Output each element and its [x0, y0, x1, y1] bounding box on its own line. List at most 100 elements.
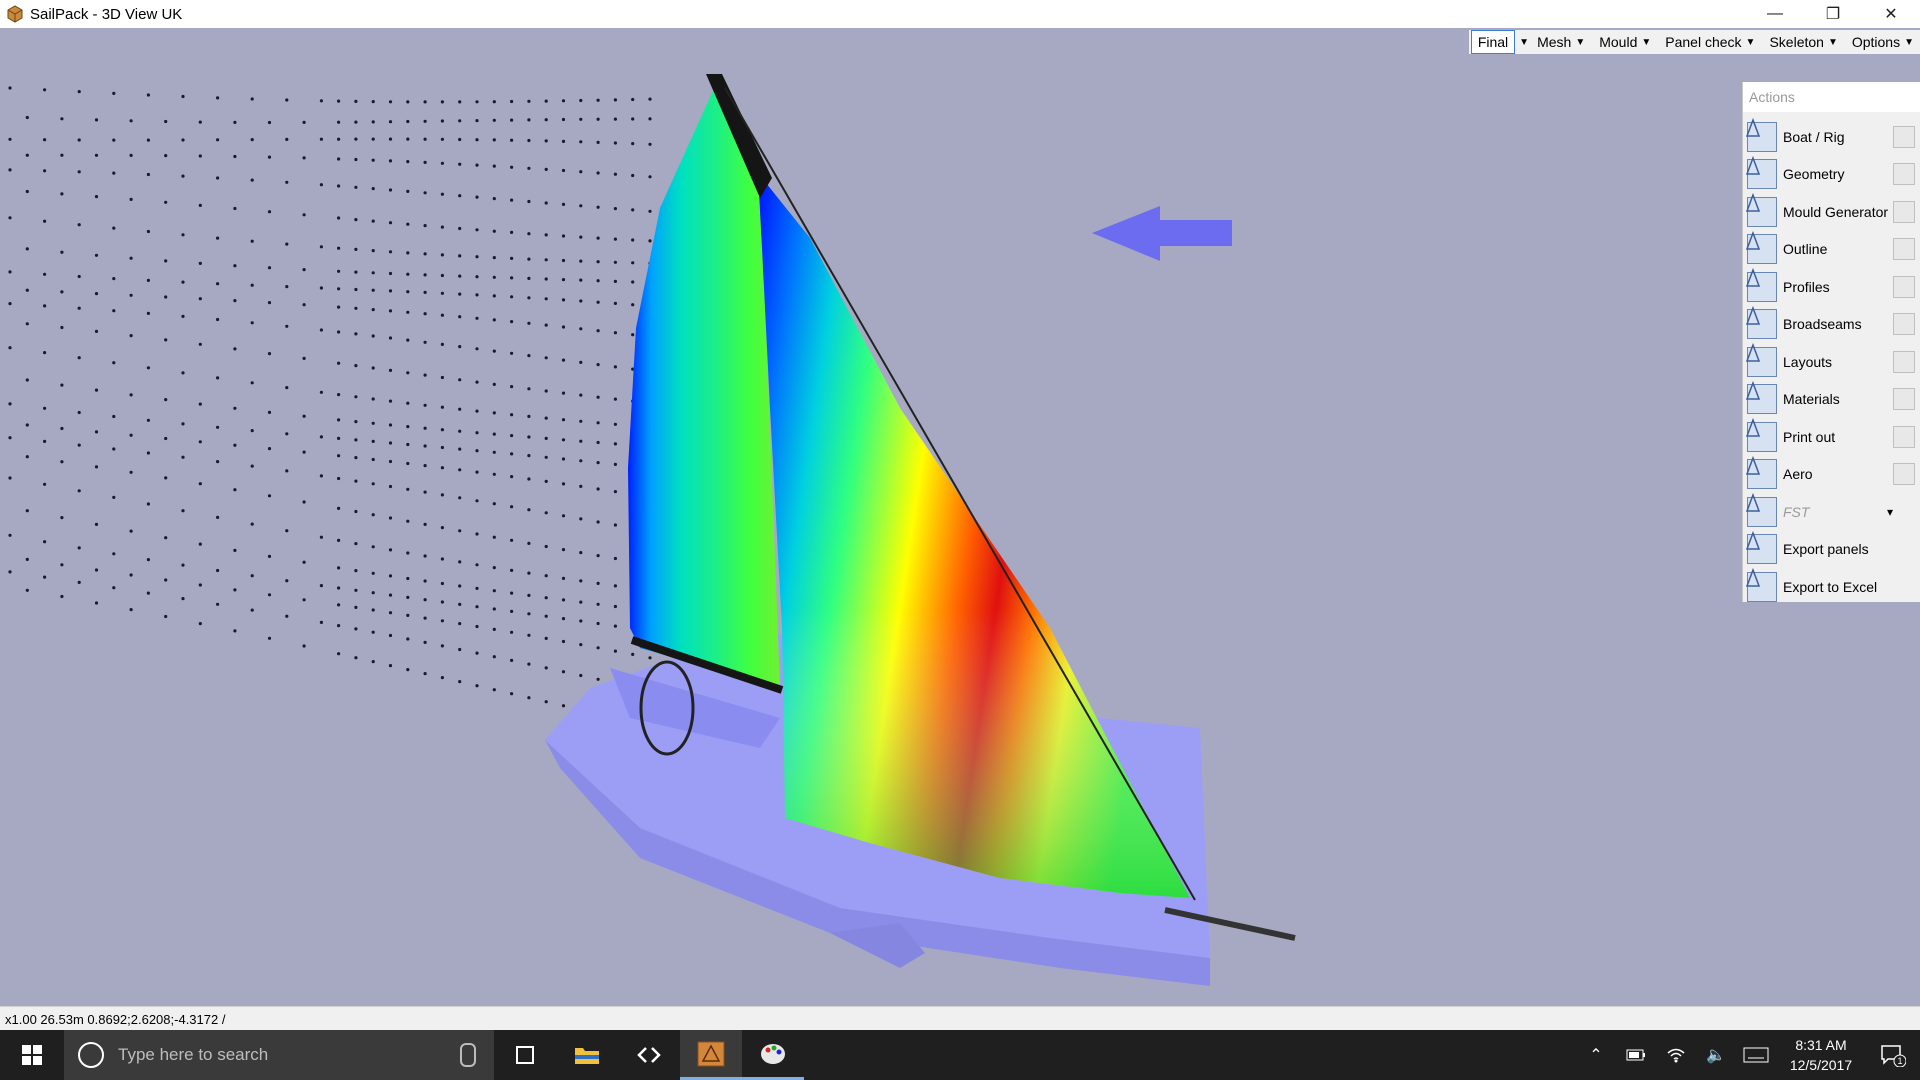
- options-button[interactable]: Options ▼: [1846, 31, 1920, 53]
- keyboard-icon[interactable]: [1736, 1030, 1776, 1080]
- action-label: Export panels: [1783, 541, 1869, 558]
- wind-direction-arrow: [1092, 206, 1232, 261]
- status-bar: x1.00 26.53m 0.8692;2.6208;-4.3172 /: [0, 1006, 1920, 1031]
- view-toolbar: Final ▼ Mesh ▼ Mould ▼ Panel check ▼ Skeleto…: [1468, 30, 1920, 54]
- mould-generator-icon: [1745, 193, 1777, 227]
- sailpack-taskbar-button[interactable]: [680, 1030, 742, 1080]
- action-label: Print out: [1783, 428, 1836, 445]
- aero-icon: [1745, 455, 1777, 490]
- action-toggle[interactable]: [1893, 238, 1915, 261]
- task-view-icon: [516, 1046, 534, 1064]
- status-text: x1.00 26.53m 0.8692;2.6208;-4.3172 /: [5, 1011, 226, 1027]
- action-broadseams[interactable]: Broadseams: [1743, 305, 1920, 344]
- action-export-panels[interactable]: Export panels: [1743, 530, 1920, 569]
- action-label: Broadseams: [1783, 316, 1862, 333]
- profiles-icon: [1745, 268, 1777, 302]
- cortana-icon: [78, 1042, 104, 1068]
- app-button-arrows[interactable]: [618, 1030, 680, 1080]
- chevron-down-icon[interactable]: ▼: [1828, 37, 1838, 48]
- action-label: Export to Excel: [1783, 578, 1878, 595]
- minimize-button[interactable]: —: [1746, 0, 1804, 28]
- clock[interactable]: 8:31 AM 12/5/2017: [1776, 1035, 1866, 1075]
- action-boat-rig[interactable]: Boat / Rig: [1743, 118, 1920, 156]
- action-fst[interactable]: FST ▾: [1743, 493, 1920, 531]
- search-placeholder: Type here to search: [118, 1045, 269, 1064]
- action-materials[interactable]: Materials: [1743, 380, 1920, 419]
- materials-icon: [1745, 380, 1777, 415]
- 3d-viewport[interactable]: Final ▼ Mesh ▼ Mould ▼ Panel check ▼ Skeleto…: [0, 28, 1920, 1006]
- clock-date: 12/5/2017: [1789, 1057, 1853, 1073]
- action-label: Mould Generator: [1783, 203, 1889, 220]
- 3d-scene[interactable]: [0, 28, 1920, 1006]
- outline-icon: [1745, 230, 1777, 265]
- skeleton-button[interactable]: Skeleton ▼: [1763, 31, 1843, 53]
- action-profiles[interactable]: Profiles: [1743, 268, 1920, 306]
- action-geometry[interactable]: Geometry: [1743, 155, 1920, 194]
- folder-icon: [575, 1048, 599, 1064]
- chevron-up-icon[interactable]: ⌃: [1576, 1030, 1616, 1080]
- taskbar-search-box[interactable]: Type here to search: [64, 1030, 494, 1080]
- start-button[interactable]: [0, 1030, 64, 1080]
- action-toggle[interactable]: [1893, 163, 1915, 186]
- mesh-view-button[interactable]: Mesh ▼: [1531, 31, 1591, 53]
- action-layouts[interactable]: Layouts: [1743, 343, 1920, 381]
- excel-icon: [1745, 568, 1777, 602]
- layouts-icon: [1745, 343, 1777, 377]
- action-label: Aero: [1783, 466, 1813, 483]
- print-out-icon: [1745, 418, 1777, 452]
- final-view-button[interactable]: Final: [1470, 30, 1516, 54]
- action-toggle[interactable]: [1893, 200, 1915, 223]
- action-toggle[interactable]: [1893, 425, 1915, 448]
- export-panels-icon: [1745, 530, 1777, 565]
- action-excel[interactable]: Export to Excel: [1743, 568, 1920, 606]
- chevron-down-icon[interactable]: ▼: [1904, 37, 1914, 48]
- action-toggle[interactable]: [1893, 350, 1915, 373]
- action-toggle[interactable]: [1893, 313, 1915, 336]
- chevron-down-icon[interactable]: ▼: [1746, 37, 1756, 48]
- mould-view-button[interactable]: Mould ▼: [1593, 31, 1657, 53]
- wifi-icon[interactable]: [1656, 1030, 1696, 1080]
- task-view-button[interactable]: [494, 1030, 556, 1080]
- close-button[interactable]: ✕: [1862, 0, 1920, 28]
- action-label: Boat / Rig: [1783, 128, 1845, 145]
- paint-taskbar-button[interactable]: [742, 1030, 804, 1080]
- chevron-down-icon[interactable]: ▼: [1641, 37, 1651, 48]
- action-center-button[interactable]: 1: [1866, 1043, 1920, 1067]
- sailpack-icon: [697, 1041, 725, 1066]
- action-print-out[interactable]: Print out: [1743, 418, 1920, 456]
- action-toggle[interactable]: [1893, 388, 1915, 411]
- geometry-icon: [1745, 155, 1777, 190]
- fst-icon: [1745, 493, 1777, 527]
- microphone-icon[interactable]: [460, 1043, 476, 1067]
- action-toggle[interactable]: [1893, 275, 1915, 298]
- system-tray: ⌃ 🔈 8:31 AM 12/5/2017 1: [1576, 1030, 1920, 1080]
- streamline-dots: [8, 86, 652, 727]
- actions-title: Actions: [1743, 82, 1920, 112]
- window-title: SailPack - 3D View UK: [30, 5, 183, 23]
- clock-time: 8:31 AM: [1795, 1037, 1847, 1053]
- taskbar: Type here to search ⌃ 🔈 8:31 AM 12/5/201…: [0, 1030, 1920, 1080]
- volume-icon[interactable]: 🔈: [1696, 1030, 1736, 1080]
- panel-check-button[interactable]: Panel check ▼: [1659, 31, 1761, 53]
- action-toggle[interactable]: [1893, 125, 1915, 148]
- notification-icon: 1: [1881, 1045, 1906, 1067]
- chevron-down-icon[interactable]: ▼: [1575, 37, 1585, 48]
- chevron-down-icon[interactable]: ▾: [1887, 505, 1893, 519]
- battery-icon[interactable]: [1616, 1030, 1656, 1080]
- code-arrows-icon: [637, 1047, 661, 1063]
- action-outline[interactable]: Outline: [1743, 230, 1920, 269]
- action-aero[interactable]: Aero: [1743, 455, 1920, 494]
- action-label: Geometry: [1783, 166, 1845, 183]
- action-toggle[interactable]: [1893, 463, 1915, 486]
- file-explorer-button[interactable]: [556, 1030, 618, 1080]
- notification-count: 1: [1897, 1056, 1902, 1066]
- windows-logo-icon: [22, 1045, 42, 1065]
- action-label: FST: [1783, 503, 1810, 520]
- action-label: Materials: [1783, 391, 1840, 408]
- action-mould-generator[interactable]: Mould Generator: [1743, 193, 1920, 231]
- action-label: Layouts: [1783, 353, 1833, 370]
- actions-panel: Actions Boat / Rig Geometry Mould Generato…: [1742, 82, 1920, 602]
- restore-button[interactable]: ❐: [1804, 0, 1862, 28]
- chevron-down-icon[interactable]: ▼: [1519, 37, 1529, 48]
- palette-icon: [761, 1043, 785, 1064]
